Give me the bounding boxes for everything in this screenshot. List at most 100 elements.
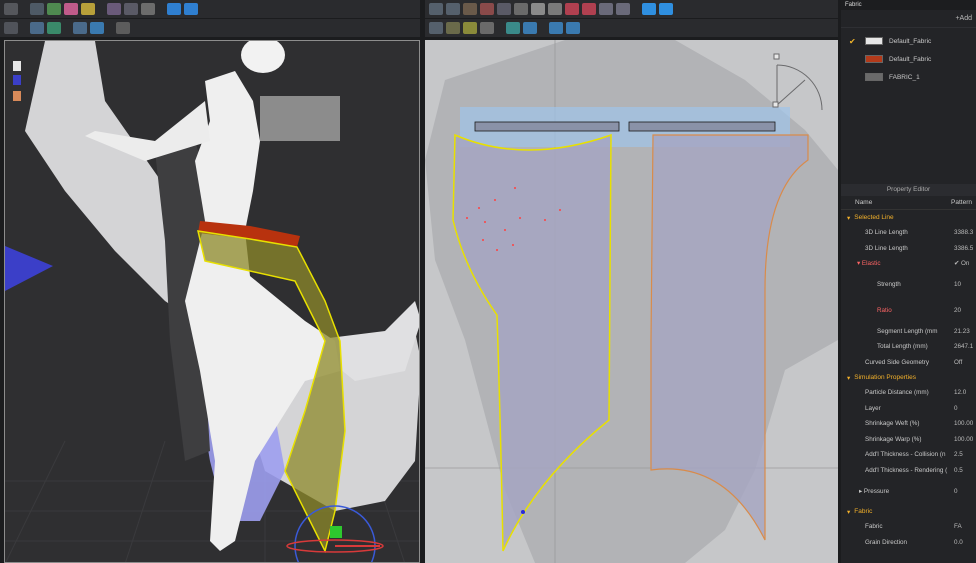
layout-icon[interactable] (90, 22, 104, 34)
prop-label: Grain Direction (865, 538, 907, 546)
prop-value[interactable]: 3388.3 (954, 229, 976, 236)
add-fabric-button[interactable]: +Add (955, 15, 972, 22)
section-selected-line[interactable]: ▾ Selected Line (841, 210, 976, 225)
fabric-item[interactable]: ✔ Default_Fabric (841, 32, 976, 50)
toolbar-3d-row1 (0, 0, 420, 18)
brush-tool-icon[interactable] (107, 3, 121, 15)
segment-sewing-icon[interactable] (429, 22, 443, 34)
edit-curve-icon[interactable] (463, 3, 477, 15)
censor-block (260, 96, 340, 141)
edit-point-icon[interactable] (446, 3, 460, 15)
prop-value[interactable]: 100.00 (954, 436, 976, 443)
prop-label: Add'l Thickness - Collision (n (865, 451, 946, 459)
fabric-item[interactable]: Default_Fabric (841, 50, 976, 68)
prop-value[interactable]: 21.23 (954, 328, 976, 335)
waist-band-piece-left[interactable] (474, 121, 620, 132)
pattern-grid-icon[interactable] (549, 22, 563, 34)
free-sewing-icon[interactable] (446, 22, 460, 34)
prop-label: Particle Distance (mm) (865, 389, 929, 397)
collapse-arrow-icon: ▾ (847, 214, 851, 222)
pin-tool-icon[interactable] (81, 3, 95, 15)
viewport-2d[interactable] (425, 40, 838, 563)
prop-value[interactable]: 0.0 (954, 539, 976, 546)
hole-icon[interactable] (616, 3, 630, 15)
symmetry-icon[interactable] (566, 22, 580, 34)
prop-label: Add'l Thickness - Rendering ( (865, 466, 948, 474)
curved-toggle[interactable]: Off (954, 359, 976, 366)
fabric-swatch (865, 55, 883, 63)
fabric-item[interactable]: FABRIC_1 (841, 68, 976, 86)
col-value: Pattern (951, 199, 972, 206)
transform-icon[interactable] (4, 22, 18, 34)
prop-thickness-collision: Add'l Thickness - Collision (n 2.5 (841, 447, 976, 463)
curvature-icon[interactable] (497, 3, 511, 15)
property-columns: Name Pattern (841, 196, 976, 210)
prop-label: ▸ Pressure (859, 488, 889, 495)
prop-grain-direction: Grain Direction 0.0 (841, 535, 976, 551)
elastic-toggle[interactable]: ✔ On (954, 260, 976, 267)
collapse-arrow-icon: ▾ (847, 508, 851, 516)
prop-label: 3D Line Length (865, 229, 908, 237)
section-label: Fabric (854, 508, 873, 515)
selected-point[interactable] (521, 510, 525, 514)
polygon-icon[interactable] (514, 3, 528, 15)
tab-fabric[interactable]: Fabric (845, 2, 862, 8)
view-orientation-widget[interactable] (13, 61, 21, 101)
fabric-list: ✔ Default_Fabric Default_Fabric FABRIC_1 (841, 32, 976, 86)
fold-tool-icon[interactable] (47, 3, 61, 15)
measure-tool-icon[interactable] (124, 3, 138, 15)
prop-thickness-rendering: Add'l Thickness - Rendering ( 0.5 (841, 463, 976, 479)
select-mesh-icon[interactable] (30, 3, 44, 15)
prop-value[interactable]: 0.5 (954, 467, 976, 474)
garment-icon[interactable] (167, 3, 181, 15)
sewing-edit-icon[interactable] (463, 22, 477, 34)
internal-line-icon[interactable] (565, 3, 579, 15)
graphic-icon[interactable] (523, 22, 537, 34)
prop-value[interactable]: 2.5 (954, 451, 976, 458)
prop-value[interactable]: 0 (954, 405, 976, 412)
move-down-icon[interactable] (4, 3, 18, 15)
fabric-dropdown[interactable]: FA (954, 523, 976, 530)
pressure-slider[interactable]: 0 (954, 488, 976, 495)
notch-icon[interactable] (599, 3, 613, 15)
section-simulation[interactable]: ▾ Simulation Properties (841, 370, 976, 385)
angle-gizmo[interactable] (772, 53, 823, 111)
section-fabric[interactable]: ▾ Fabric (841, 504, 976, 519)
strength-slider[interactable]: 10 (954, 281, 976, 288)
prop-curved-side: Curved Side Geometry Off (841, 355, 976, 371)
select-pattern-icon[interactable] (30, 22, 44, 34)
fabric-toolbar: +Add (841, 10, 976, 28)
hanger-icon[interactable] (116, 22, 130, 34)
prop-elastic: ▾ Elastic ✔ On (841, 256, 976, 272)
prop-total-length: Total Length (mm) 2647.1 (841, 339, 976, 355)
tack-tool-icon[interactable] (64, 3, 78, 15)
trace-icon[interactable] (480, 22, 494, 34)
waist-band-piece-right[interactable] (628, 121, 776, 132)
transform-gizmo[interactable] (286, 505, 384, 563)
prop-label: 3D Line Length (865, 244, 908, 252)
rectangle-icon[interactable] (531, 3, 545, 15)
arrange-icon[interactable] (73, 22, 87, 34)
prop-value[interactable]: 12.0 (954, 389, 976, 396)
toolbar-2d-row1 (425, 0, 838, 18)
prop-label: Curved Side Geometry (865, 358, 930, 366)
add-point-icon[interactable] (480, 3, 494, 15)
prop-label: Ratio (877, 307, 892, 314)
dart-icon[interactable] (582, 3, 596, 15)
prop-value[interactable]: 100.00 (954, 420, 976, 427)
viewport-3d[interactable] (4, 40, 420, 563)
grid-icon[interactable] (47, 22, 61, 34)
texture-icon[interactable] (506, 22, 520, 34)
prop-shrinkage-warp: Shrinkage Warp (%) 100.00 (841, 432, 976, 448)
shirt-icon[interactable] (184, 3, 198, 15)
prop-value[interactable]: 3386.5 (954, 245, 976, 252)
ratio-slider[interactable]: 20 (954, 307, 976, 314)
collapse-arrow-icon: ▾ (847, 374, 851, 382)
sewing-icon[interactable] (642, 3, 656, 15)
seam-line-icon[interactable] (659, 3, 673, 15)
prop-label: Shrinkage Weft (%) (865, 420, 920, 428)
prop-value[interactable]: 2647.1 (954, 343, 976, 350)
circle-icon[interactable] (548, 3, 562, 15)
avatar-tool-icon[interactable] (141, 3, 155, 15)
pattern-select-icon[interactable] (429, 3, 443, 15)
